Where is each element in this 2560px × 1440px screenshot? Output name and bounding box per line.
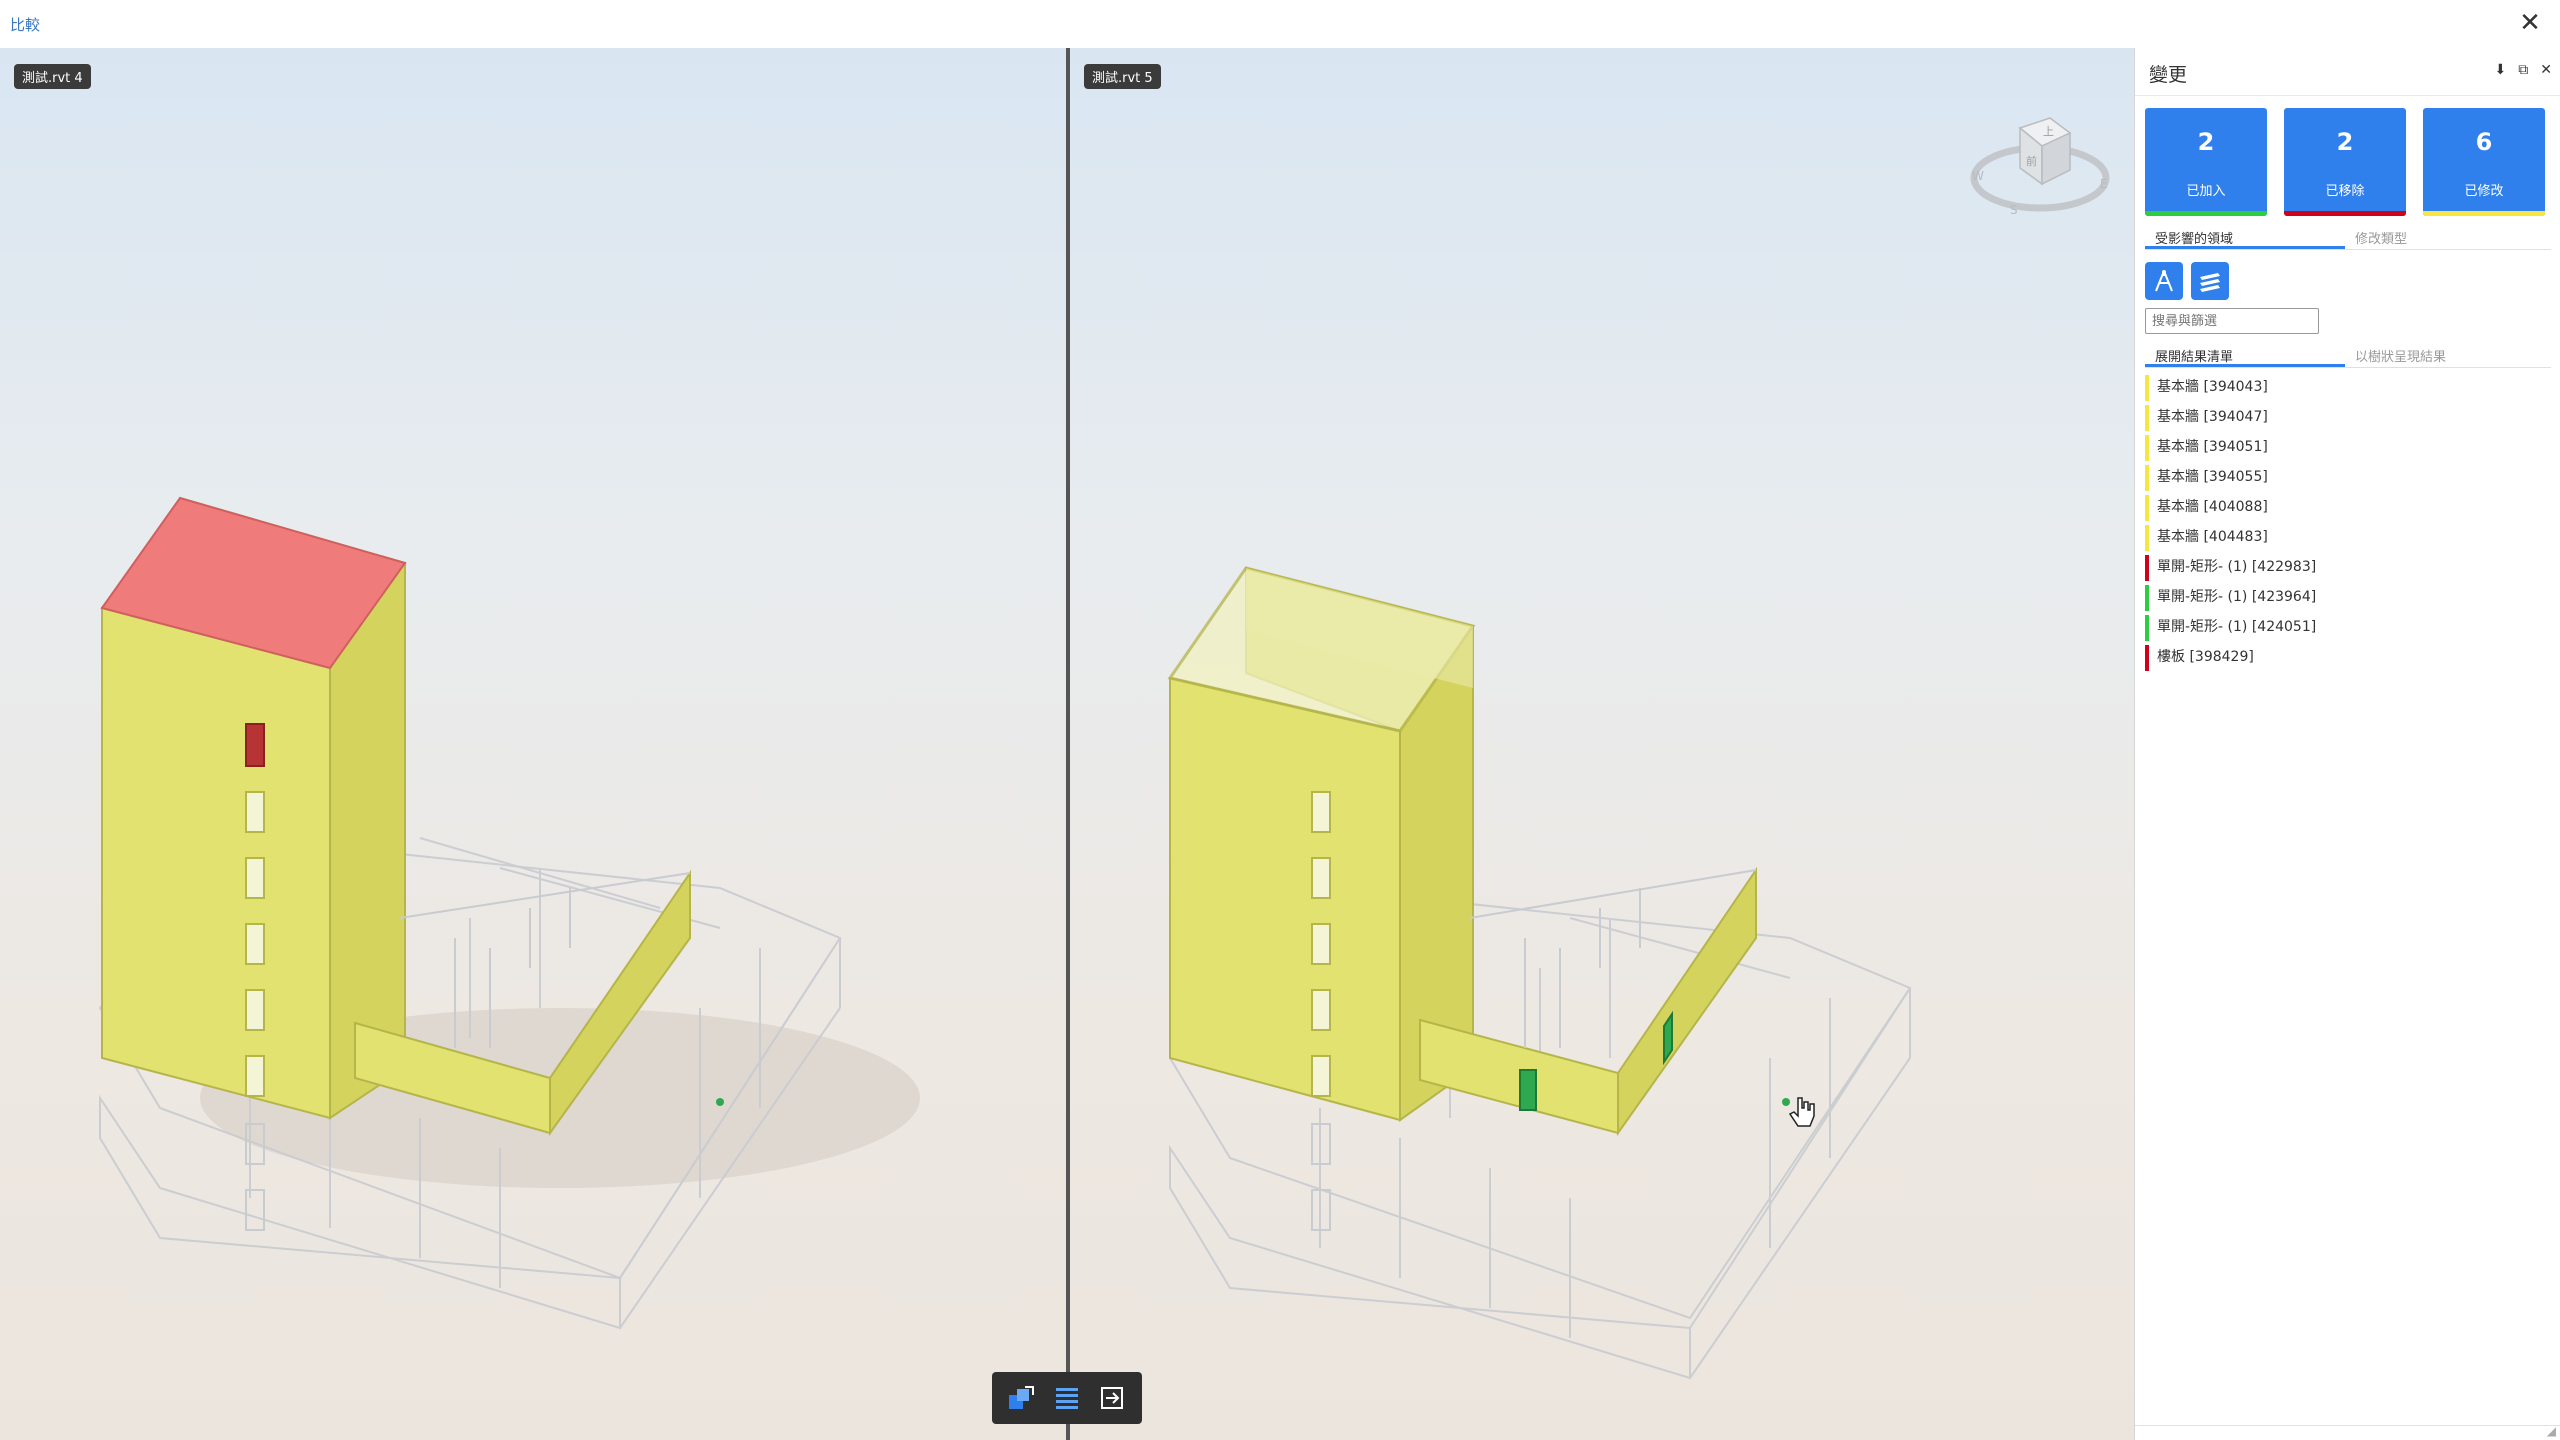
change-stripe — [2145, 435, 2149, 461]
result-tabs: 展開結果清單 以樹狀呈現結果 — [2145, 342, 2551, 368]
architecture-filter-button[interactable] — [2145, 262, 2183, 300]
svg-text:S: S — [2010, 203, 2018, 217]
list-item[interactable]: 基本牆 [404483] — [2145, 522, 2551, 552]
list-item-label: 基本牆 [394055] — [2157, 469, 2268, 485]
architecture-icon — [2155, 270, 2173, 292]
stat-removed[interactable]: 2 已移除 — [2284, 108, 2406, 216]
list-item[interactable]: 基本牆 [394043] — [2145, 372, 2551, 402]
list-item-label: 基本牆 [394047] — [2157, 409, 2268, 425]
list-item[interactable]: 單開-矩形- (1) [424051] — [2145, 612, 2551, 642]
list-item-label: 單開-矩形- (1) [424051] — [2157, 619, 2317, 635]
viewport-left-label: 測試.rvt 4 — [14, 64, 91, 89]
tab-expanded-results[interactable]: 展開結果清單 — [2145, 342, 2345, 367]
stat-removed-label: 已移除 — [2325, 184, 2365, 199]
filter-tabs: 受影響的領域 修改類型 — [2145, 224, 2551, 250]
list-item[interactable]: 單開-矩形- (1) [422983] — [2145, 552, 2551, 582]
stat-added-bar — [2145, 211, 2267, 216]
viewcube-icon[interactable]: 上 前 W S E — [1970, 88, 2120, 218]
viewport-right[interactable]: 測試.rvt 5 上 前 W S E — [1070, 48, 2134, 1440]
list-item[interactable]: 單開-矩形- (1) [423964] — [2145, 582, 2551, 612]
list-item[interactable]: 基本牆 [394047] — [2145, 402, 2551, 432]
stat-added-count: 2 — [2197, 128, 2215, 156]
list-item[interactable]: 基本牆 [404088] — [2145, 492, 2551, 522]
change-stripe — [2145, 525, 2149, 551]
window-title: 比較 — [10, 16, 41, 34]
stat-modified-label: 已修改 — [2464, 184, 2504, 199]
close-icon[interactable]: ✕ — [2540, 62, 2552, 78]
stat-removed-count: 2 — [2336, 128, 2354, 156]
close-icon[interactable]: ✕ — [2514, 8, 2546, 40]
panel-header: 變更 ⬇ ⧉ ✕ — [2135, 48, 2560, 96]
sync-views-button[interactable] — [1003, 1379, 1041, 1417]
exit-compare-button[interactable] — [1093, 1379, 1131, 1417]
download-icon[interactable]: ⬇ — [2495, 62, 2507, 78]
list-item-label: 單開-矩形- (1) [423964] — [2157, 589, 2317, 605]
list-item-label: 單開-矩形- (1) [422983] — [2157, 559, 2317, 575]
tab-affected-domain[interactable]: 受影響的領域 — [2145, 224, 2345, 249]
changes-panel: 變更 ⬇ ⧉ ✕ 2 已加入 2 已移除 6 已修改 受影響的領域 修改類型 搜… — [2134, 48, 2560, 1440]
change-stripe — [2145, 375, 2149, 401]
list-item[interactable]: 基本牆 [394051] — [2145, 432, 2551, 462]
search-input[interactable] — [2145, 308, 2319, 334]
tab-tree-results[interactable]: 以樹狀呈現結果 — [2345, 342, 2545, 367]
compare-toolbar — [992, 1372, 1142, 1424]
change-stripe — [2145, 645, 2149, 671]
exit-compare-icon — [1100, 1387, 1123, 1409]
layers-button[interactable] — [1048, 1379, 1086, 1417]
model-view-left[interactable] — [0, 48, 1066, 1440]
svg-text:前: 前 — [2026, 154, 2037, 168]
stat-modified-count: 6 — [2475, 128, 2493, 156]
viewport-right-label: 測試.rvt 5 — [1084, 64, 1161, 89]
resize-handle-icon[interactable]: ◢ — [2547, 1424, 2556, 1438]
domain-filter-buttons — [2145, 262, 2229, 300]
svg-text:W: W — [1972, 169, 1984, 183]
change-stripe — [2145, 555, 2149, 581]
list-item[interactable]: 樓板 [398429] — [2145, 642, 2551, 672]
layers-icon — [1055, 1388, 1078, 1409]
structure-icon — [2200, 273, 2220, 292]
list-item-label: 基本牆 [394051] — [2157, 439, 2268, 455]
svg-text:E: E — [2100, 177, 2108, 191]
change-stripe — [2145, 465, 2149, 491]
change-stripe — [2145, 615, 2149, 641]
stat-removed-bar — [2284, 211, 2406, 216]
popout-icon[interactable]: ⧉ — [2518, 62, 2528, 78]
stat-modified[interactable]: 6 已修改 — [2423, 108, 2545, 216]
stat-modified-bar — [2423, 211, 2545, 216]
change-stripe — [2145, 405, 2149, 431]
stat-added-label: 已加入 — [2186, 184, 2226, 199]
structure-filter-button[interactable] — [2191, 262, 2229, 300]
panel-divider — [2135, 1425, 2560, 1426]
results-list: 基本牆 [394043] 基本牆 [394047] 基本牆 [394051] 基… — [2145, 372, 2551, 672]
tab-modification-type[interactable]: 修改類型 — [2345, 224, 2545, 249]
list-item[interactable]: 基本牆 [394055] — [2145, 462, 2551, 492]
list-item-label: 基本牆 [404483] — [2157, 529, 2268, 545]
change-stripe — [2145, 495, 2149, 521]
list-item-label: 樓板 [398429] — [2157, 649, 2254, 665]
model-view-right[interactable] — [1070, 48, 2134, 1440]
sync-views-icon — [1009, 1386, 1035, 1409]
stat-added[interactable]: 2 已加入 — [2145, 108, 2267, 216]
change-stripe — [2145, 585, 2149, 611]
title-bar: 比較 ✕ — [0, 0, 2560, 48]
viewport-left[interactable]: 測試.rvt 4 — [0, 48, 1066, 1440]
panel-title: 變更 — [2149, 64, 2188, 86]
svg-text:上: 上 — [2043, 125, 2054, 138]
list-item-label: 基本牆 [394043] — [2157, 379, 2268, 395]
change-stats: 2 已加入 2 已移除 6 已修改 — [2145, 108, 2545, 216]
list-item-label: 基本牆 [404088] — [2157, 499, 2268, 515]
